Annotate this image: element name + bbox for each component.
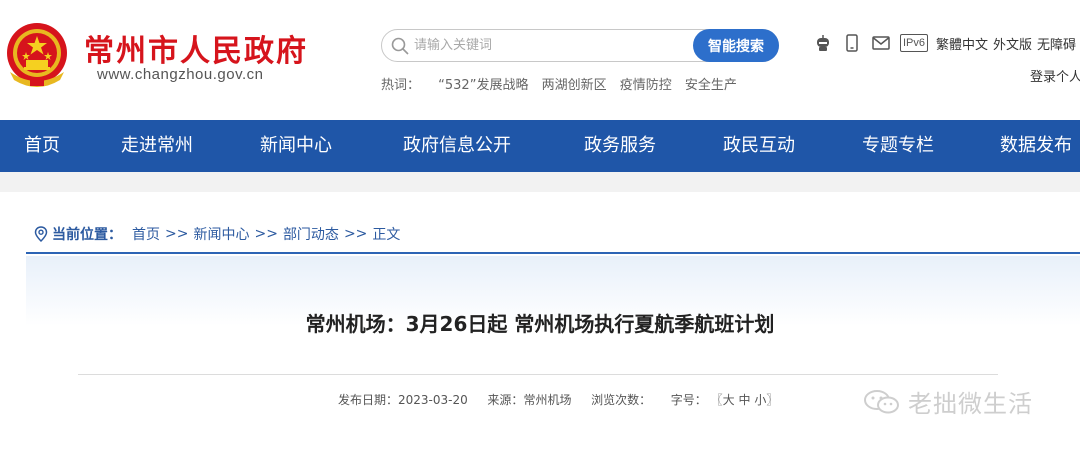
nav-item-home[interactable]: 首页 — [24, 120, 60, 172]
article-meta: 发布日期：2023-03-20 来源：常州机场 浏览次数： 字号： 〖大 中 小… — [338, 391, 778, 408]
breadcrumb-link-home[interactable]: 首页 — [132, 224, 160, 244]
breadcrumb-separator: >> — [254, 226, 278, 242]
national-emblem-icon — [7, 23, 67, 87]
views-label: 浏览次数： — [591, 393, 652, 407]
title-divider — [78, 374, 998, 375]
font-size-bracket-close: 〗 — [766, 393, 779, 407]
ipv6-badge: IPv6 — [900, 34, 929, 52]
nav-item-about[interactable]: 走进常州 — [121, 120, 193, 172]
nav-item-gov-info[interactable]: 政府信息公开 — [403, 120, 511, 172]
font-size-small[interactable]: 小 — [754, 393, 766, 407]
header-toolbar: IPv6 繁體中文 外文版 无障碍 — [813, 32, 1080, 54]
main-nav: 首页 走进常州 新闻中心 政府信息公开 政务服务 政民互动 专题专栏 数据发布 — [0, 120, 1080, 172]
nav-item-news[interactable]: 新闻中心 — [260, 120, 332, 172]
smart-search-button[interactable]: 智能搜索 — [693, 29, 779, 62]
hot-word-link[interactable]: 安全生产 — [685, 78, 737, 93]
font-size-label: 字号： — [670, 393, 707, 407]
breadcrumb-link-news[interactable]: 新闻中心 — [193, 224, 249, 244]
article-header-bg — [26, 256, 1080, 452]
font-size-medium[interactable]: 中 — [738, 393, 750, 407]
breadcrumb-current: 正文 — [372, 227, 401, 243]
login-link[interactable]: 登录个人 — [1030, 66, 1080, 85]
location-pin-icon — [34, 226, 48, 242]
site-header: 常州市人民政府 www.changzhou.gov.cn 智能搜索 热词： “5… — [0, 0, 1080, 120]
accessibility-link[interactable]: 无障碍 — [1037, 34, 1076, 53]
breadcrumb-separator: >> — [165, 226, 189, 242]
wechat-icon — [864, 389, 899, 413]
nav-item-interaction[interactable]: 政民互动 — [723, 120, 795, 172]
source-label: 来源： — [487, 393, 524, 407]
nav-item-services[interactable]: 政务服务 — [584, 120, 656, 172]
hot-words: 热词： “532”发展战略 两湖创新区 疫情防控 安全生产 — [381, 74, 746, 93]
nav-item-data[interactable]: 数据发布 — [1000, 120, 1072, 172]
site-name[interactable]: 常州市人民政府 — [84, 26, 308, 70]
hot-words-label: 热词： — [381, 78, 421, 93]
hot-word-link[interactable]: “532”发展战略 — [438, 78, 528, 93]
page-band — [0, 172, 1080, 192]
breadcrumb-separator: >> — [343, 226, 368, 242]
font-size-bracket-open: 〖 — [710, 393, 723, 407]
nav-item-topics[interactable]: 专题专栏 — [862, 120, 934, 172]
publish-date: 2023-03-20 — [398, 393, 468, 407]
foreign-version-link[interactable]: 外文版 — [993, 34, 1032, 53]
search-icon — [391, 37, 409, 55]
source-value: 常州机场 — [523, 393, 572, 407]
font-size-large[interactable]: 大 — [723, 393, 735, 407]
mail-icon[interactable] — [871, 33, 891, 53]
watermark-text: 老拙微生活 — [908, 390, 1033, 418]
breadcrumb-link-dept[interactable]: 部门动态 — [283, 224, 339, 244]
traditional-chinese-link[interactable]: 繁體中文 — [936, 34, 988, 53]
breadcrumb: 当前位置： 首页 >> 新闻中心 >> 部门动态 >> 正文 — [34, 224, 400, 244]
publish-date-label: 发布日期： — [338, 393, 399, 407]
site-url[interactable]: www.changzhou.gov.cn — [97, 66, 263, 83]
breadcrumb-label: 当前位置： — [52, 227, 122, 243]
watermark: 老拙微生活 — [862, 384, 1033, 419]
hot-word-link[interactable]: 两湖创新区 — [542, 78, 607, 93]
article-title: 常州机场：3月26日起 常州机场执行夏航季航班计划 — [305, 312, 775, 336]
mobile-icon[interactable] — [842, 33, 862, 53]
hot-word-link[interactable]: 疫情防控 — [620, 78, 672, 93]
search-input[interactable] — [414, 31, 684, 60]
robot-icon[interactable] — [813, 33, 833, 53]
